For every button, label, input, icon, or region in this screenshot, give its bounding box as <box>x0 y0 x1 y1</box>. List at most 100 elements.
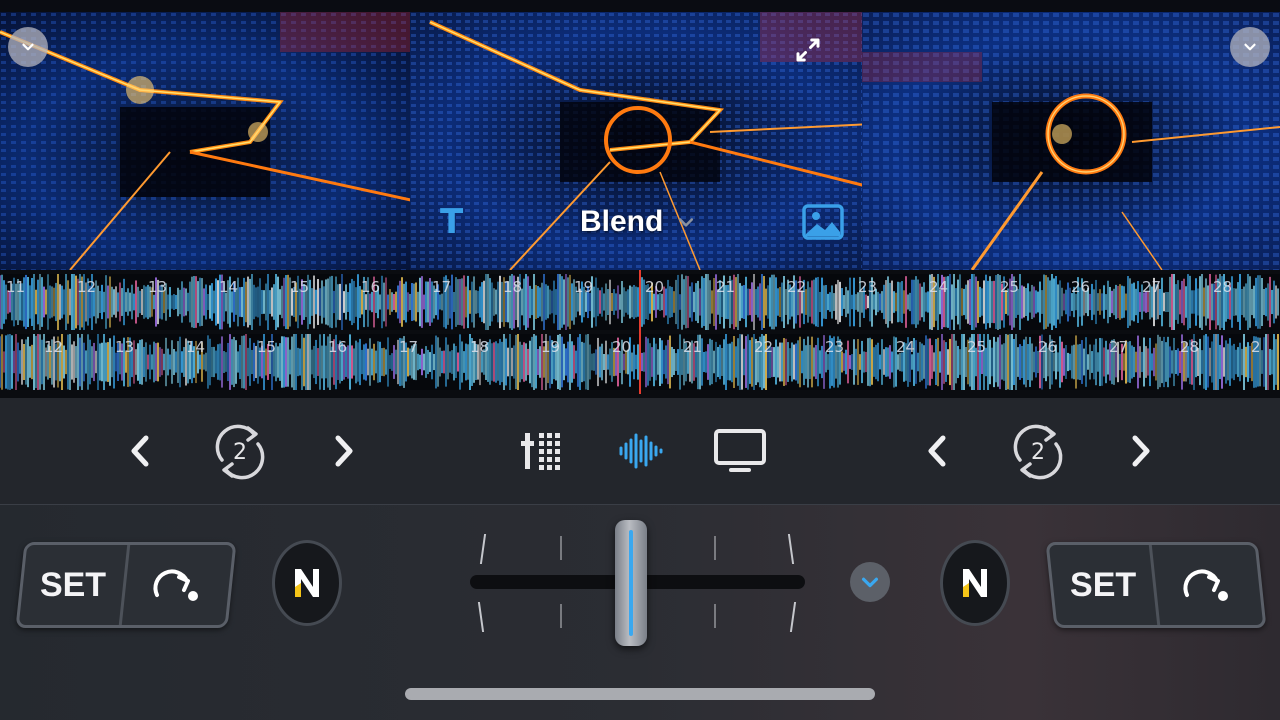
chevron-down-icon[interactable] <box>676 212 696 232</box>
beat-marker: 22 <box>754 338 774 356</box>
right-loop-decrease-button[interactable] <box>921 428 953 474</box>
left-set-label: SET <box>39 565 107 604</box>
beat-marker: 16 <box>361 278 381 296</box>
beat-marker: 12 <box>77 278 97 296</box>
right-cue-group: SET <box>1045 542 1267 628</box>
crossfader-tick <box>789 602 797 632</box>
left-cue-group: SET <box>15 542 237 628</box>
right-set-cue-button[interactable]: SET <box>1048 545 1161 625</box>
beat-marker: 2 <box>1251 338 1261 356</box>
neural-mix-icon <box>295 569 319 597</box>
cue-jump-icon <box>153 569 198 601</box>
chevron-down-icon <box>1244 43 1256 51</box>
text-overlay-button[interactable]: T <box>440 200 463 244</box>
crossfader-options-button[interactable] <box>850 562 890 602</box>
beat-marker: 21 <box>716 278 736 296</box>
beat-marker: 17 <box>399 338 419 356</box>
chevron-down-icon <box>22 43 34 51</box>
beat-marker: 20 <box>645 278 665 296</box>
left-deck-video-menu-button[interactable] <box>8 27 48 67</box>
beat-marker: 12 <box>44 338 64 356</box>
crossfader-tick <box>787 534 795 564</box>
beat-marker: 15 <box>290 278 310 296</box>
crossfader-tick <box>560 604 562 628</box>
crossfader-tick <box>714 536 716 560</box>
screen-icon <box>714 429 766 472</box>
video-panel-right[interactable] <box>862 12 1280 270</box>
beat-marker: 25 <box>1000 278 1020 296</box>
beat-marker: 13 <box>115 338 135 356</box>
beat-marker: 19 <box>541 338 561 356</box>
video-transition-bar: T Blend <box>440 200 850 244</box>
beat-marker: 23 <box>825 338 845 356</box>
beat-marker: 18 <box>470 338 490 356</box>
right-loop-size: 2 <box>1031 439 1045 465</box>
chevron-left-icon <box>928 435 946 467</box>
crossfader[interactable] <box>465 520 810 650</box>
beat-marker: 19 <box>574 278 594 296</box>
beat-marker: 16 <box>328 338 348 356</box>
left-loop-size: 2 <box>233 439 247 465</box>
beat-marker: 17 <box>432 278 452 296</box>
crossfader-tick <box>479 534 487 564</box>
crossfader-tick <box>714 604 716 628</box>
waveform-view-button[interactable] <box>616 428 664 474</box>
beat-marker: 24 <box>896 338 916 356</box>
status-strip <box>0 0 1280 12</box>
right-loop-increase-button[interactable] <box>1125 428 1157 474</box>
home-indicator[interactable] <box>405 688 875 700</box>
beat-marker: 21 <box>683 338 703 356</box>
video-view-button[interactable] <box>712 426 768 476</box>
beat-marker: 13 <box>148 278 168 296</box>
beat-marker: 14 <box>186 338 206 356</box>
deck-toolbar: 2 2 <box>0 398 1280 505</box>
beat-marker: 22 <box>787 278 807 296</box>
crossfader-tick <box>560 536 562 560</box>
mixer-icon <box>521 433 560 470</box>
right-jump-cue-button[interactable] <box>1152 545 1260 625</box>
beat-marker: 27 <box>1109 338 1129 356</box>
expand-icon[interactable] <box>790 32 826 68</box>
beat-marker: 28 <box>1180 338 1200 356</box>
beat-marker: 11 <box>6 278 26 296</box>
waveform-icon <box>619 433 663 469</box>
beat-marker: 15 <box>257 338 277 356</box>
video-frame-right <box>862 12 1280 270</box>
right-deck-video-menu-button[interactable] <box>1230 27 1270 67</box>
crossfader-handle-indicator <box>629 530 633 636</box>
cue-jump-icon <box>1183 569 1228 601</box>
beat-marker: 20 <box>612 338 632 356</box>
crossfader-handle[interactable] <box>615 520 647 646</box>
blend-mode-selector[interactable]: Blend <box>580 200 663 244</box>
left-jump-cue-button[interactable] <box>122 545 230 625</box>
right-loop-button[interactable]: 2 <box>1004 418 1072 486</box>
beat-marker: 26 <box>1071 278 1091 296</box>
left-loop-button[interactable]: 2 <box>206 418 274 486</box>
chevron-down-icon <box>861 577 879 588</box>
left-loop-decrease-button[interactable] <box>124 428 156 474</box>
chevron-left-icon <box>131 435 149 467</box>
image-icon[interactable] <box>802 204 844 240</box>
beat-marker: 25 <box>967 338 987 356</box>
mixer-view-button[interactable] <box>518 428 564 474</box>
beat-marker: 27 <box>1142 278 1162 296</box>
right-neural-mix-button[interactable] <box>940 540 1010 626</box>
right-set-label: SET <box>1069 565 1137 604</box>
chevron-right-icon <box>1132 435 1150 467</box>
left-set-cue-button[interactable]: SET <box>18 545 131 625</box>
beat-marker: 14 <box>219 278 239 296</box>
beat-marker: 23 <box>858 278 878 296</box>
beat-marker: 28 <box>1213 278 1233 296</box>
beat-marker: 26 <box>1038 338 1058 356</box>
video-panel-left[interactable] <box>0 12 420 270</box>
left-loop-increase-button[interactable] <box>328 428 360 474</box>
beat-marker: 18 <box>503 278 523 296</box>
crossfader-tick <box>477 602 485 632</box>
video-frame-left <box>0 12 420 270</box>
beat-marker: 24 <box>929 278 949 296</box>
neural-mix-icon <box>963 569 987 597</box>
left-neural-mix-button[interactable] <box>272 540 342 626</box>
chevron-right-icon <box>335 435 353 467</box>
playhead-marker <box>639 270 641 394</box>
video-preview: T Blend <box>0 0 1280 270</box>
